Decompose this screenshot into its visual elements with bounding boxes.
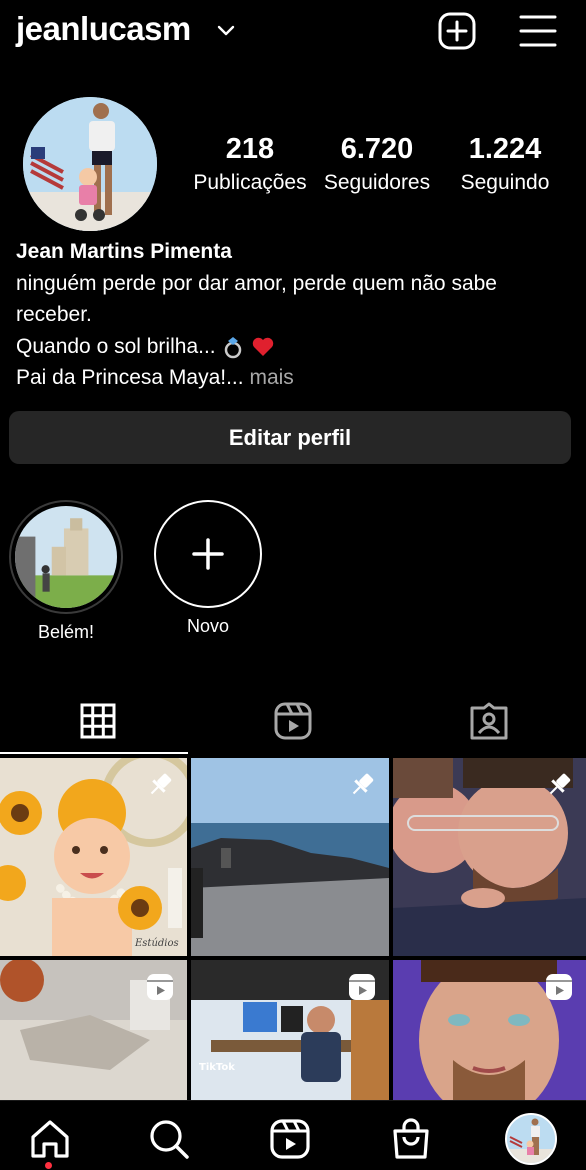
bio-line-1: ninguém perde por dar amor, perde quem n…	[16, 271, 497, 295]
bio-line-3: Quando o sol brilha...	[16, 331, 576, 363]
bio-line-4-text: Pai da Princesa Maya!...	[16, 366, 244, 389]
highlight-ring	[9, 500, 123, 614]
posts-count: 218	[225, 133, 275, 165]
following-label: Seguindo	[460, 171, 550, 194]
shop-icon[interactable]	[389, 1117, 433, 1161]
grid-post[interactable]	[0, 960, 187, 1100]
top-bar: jeanlucasm	[0, 0, 586, 64]
grid-post[interactable]	[393, 960, 586, 1100]
post-watermark: Estúdios	[134, 938, 179, 949]
following-stat[interactable]: 1.224 Seguindo	[440, 130, 570, 198]
reels-icon[interactable]	[268, 1117, 312, 1161]
pin-icon	[352, 773, 374, 795]
followers-count: 6.720	[340, 133, 414, 165]
full-name: Jean Martins Pimenta	[16, 240, 232, 263]
story-highlight-belem[interactable]: Belém!	[8, 500, 124, 643]
grid-post[interactable]	[191, 758, 389, 956]
edit-profile-button[interactable]: Editar perfil	[9, 411, 571, 464]
bio-line-2: receber.	[16, 303, 92, 326]
post-watermark: TikTok	[199, 1062, 235, 1073]
profile-photo	[507, 1115, 555, 1163]
home-icon[interactable]	[28, 1117, 72, 1161]
reels-icon	[274, 702, 311, 740]
profile-tabs	[0, 686, 586, 756]
reels-icon	[349, 974, 375, 1000]
red-heart-emoji	[253, 337, 274, 356]
tab-reels[interactable]	[195, 686, 390, 756]
notification-dot	[45, 1162, 52, 1169]
more-link[interactable]: mais	[249, 366, 293, 389]
plus-icon	[192, 538, 224, 570]
tab-tagged[interactable]	[391, 686, 586, 756]
pin-icon	[150, 773, 172, 795]
new-highlight-button[interactable]: Novo	[150, 500, 266, 637]
followers-label: Seguidores	[323, 171, 431, 194]
username[interactable]: jeanlucasm	[16, 10, 191, 48]
grid-post[interactable]: Estúdios	[0, 758, 187, 956]
tagged-icon	[470, 702, 507, 740]
bio-line-4: Pai da Princesa Maya!... mais	[16, 362, 576, 394]
profile-avatar[interactable]	[505, 1113, 557, 1165]
ring-emoji	[225, 336, 242, 359]
highlight-cover	[15, 506, 117, 608]
chevron-down-icon[interactable]	[216, 20, 236, 40]
highlight-label: Novo	[186, 616, 230, 636]
posts-label: Publicações	[193, 171, 307, 194]
reels-icon	[546, 974, 572, 1000]
active-tab-indicator	[0, 752, 188, 754]
hamburger-menu-icon[interactable]	[517, 10, 559, 52]
pin-icon	[549, 773, 571, 795]
reels-icon	[147, 974, 173, 1000]
following-count: 1.224	[468, 133, 542, 165]
posts-grid: Estúdios TikTok	[0, 758, 586, 1100]
followers-stat[interactable]: 6.720 Seguidores	[312, 130, 442, 198]
grid-post[interactable]	[393, 758, 586, 956]
grid-post[interactable]: TikTok	[191, 960, 389, 1100]
bio: Jean Martins Pimenta ninguém perde por d…	[16, 236, 576, 394]
bio-line-3-text: Quando o sol brilha...	[16, 334, 216, 358]
new-highlight-circle	[154, 500, 262, 608]
profile-stats: 218 Publicações 6.720 Seguidores 1.224 S…	[0, 130, 586, 210]
posts-stat[interactable]: 218 Publicações	[185, 130, 315, 198]
highlight-label: Belém!	[37, 622, 95, 642]
tab-posts-grid[interactable]	[0, 686, 195, 756]
search-icon[interactable]	[147, 1117, 191, 1161]
plus-square-icon[interactable]	[436, 10, 478, 52]
grid-icon	[80, 703, 115, 739]
